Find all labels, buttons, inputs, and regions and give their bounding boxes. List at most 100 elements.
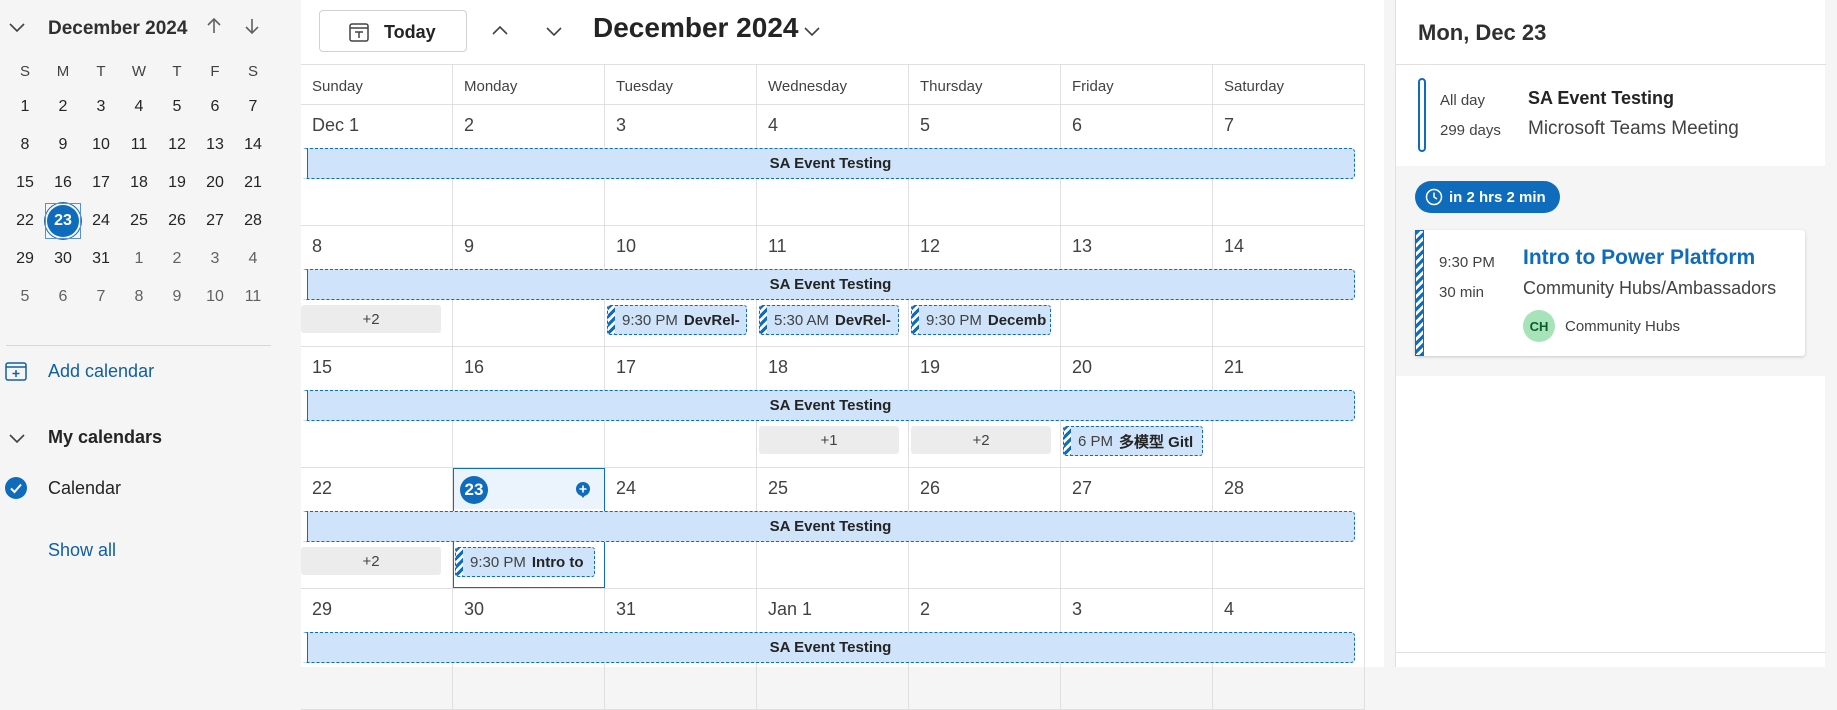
day-number: 25 <box>768 478 789 498</box>
mini-day[interactable]: 2 <box>44 88 82 126</box>
all-day-event-bar[interactable]: SA Event Testing <box>301 511 1355 542</box>
mini-weekday: S <box>247 62 258 80</box>
mini-day-next-month[interactable]: 5 <box>6 278 44 316</box>
mini-day[interactable]: 9 <box>44 126 82 164</box>
mini-day[interactable]: 8 <box>6 126 44 164</box>
event-chip[interactable]: 9:30 PM Intro to <box>455 547 595 577</box>
mini-calendar-week: 15 16 17 18 19 20 21 <box>6 164 272 202</box>
more-events-button[interactable]: +1 <box>759 426 899 454</box>
calendar-toolbar: Today December 2024 <box>301 0 1384 64</box>
today-button[interactable]: Today <box>319 10 467 52</box>
day-number: 30 <box>464 599 485 619</box>
mini-day-next-month[interactable]: 4 <box>234 240 272 278</box>
more-events-button[interactable]: +2 <box>911 426 1051 454</box>
mini-day[interactable]: 13 <box>196 126 234 164</box>
next-month-icon[interactable] <box>541 18 567 44</box>
mini-day-next-month[interactable]: 2 <box>158 240 196 278</box>
arrow-up-icon[interactable] <box>202 14 226 38</box>
weekday-header: Monday <box>453 65 605 105</box>
mini-day-next-month[interactable]: 9 <box>158 278 196 316</box>
day-number: Dec 1 <box>312 115 360 135</box>
mini-day[interactable]: 5 <box>158 88 196 126</box>
show-all-link[interactable]: Show all <box>48 540 116 561</box>
tentative-stripe <box>456 548 463 576</box>
mini-day-next-month[interactable]: 11 <box>234 278 272 316</box>
calendar-today-icon <box>349 23 369 42</box>
mini-day[interactable]: 17 <box>82 164 120 202</box>
event-chip[interactable]: 9:30 PM Decemb <box>911 305 1051 335</box>
mini-weekday: W <box>131 62 147 80</box>
mini-day[interactable]: 19 <box>158 164 196 202</box>
month-view: Today December 2024 Sunday Monday Tuesda… <box>301 0 1384 710</box>
mini-day[interactable]: 27 <box>196 202 234 240</box>
event-chip[interactable]: 5:30 AM DevRel- <box>759 305 899 335</box>
all-day-event-bar[interactable]: SA Event Testing <box>301 148 1355 179</box>
month-title[interactable]: December 2024 <box>593 12 798 44</box>
add-calendar-button[interactable]: Add calendar <box>0 356 270 386</box>
upcoming-event-card[interactable]: 9:30 PM 30 min Intro to Power Platform C… <box>1415 230 1805 356</box>
mini-day-next-month[interactable]: 8 <box>120 278 158 316</box>
more-events-button[interactable]: +2 <box>301 547 441 575</box>
upcoming-section: in 2 hrs 2 min 9:30 PM 30 min Intro to P… <box>1396 166 1826 376</box>
all-day-event-bar[interactable]: SA Event Testing <box>301 390 1355 421</box>
chevron-down-icon[interactable] <box>799 18 825 44</box>
mini-day[interactable]: 29 <box>6 240 44 278</box>
mini-day-next-month[interactable]: 7 <box>82 278 120 316</box>
all-day-event-bar[interactable]: SA Event Testing <box>301 269 1355 300</box>
mini-day[interactable]: 28 <box>234 202 272 240</box>
mini-calendar-week: 1 2 3 4 5 6 7 <box>6 88 272 126</box>
mini-day[interactable]: 24 <box>82 202 120 240</box>
mini-day[interactable]: 20 <box>196 164 234 202</box>
day-number: 6 <box>1072 115 1083 135</box>
mini-day[interactable]: 4 <box>120 88 158 126</box>
chevron-down-icon[interactable] <box>6 16 28 38</box>
mini-weekday: F <box>210 62 220 80</box>
agenda-bottom-divider <box>1396 652 1826 653</box>
mini-day[interactable]: 6 <box>196 88 234 126</box>
previous-month-icon[interactable] <box>487 18 513 44</box>
add-event-icon[interactable] <box>574 481 592 499</box>
mini-day[interactable]: 12 <box>158 126 196 164</box>
mini-calendar-month-title[interactable]: December 2024 <box>48 18 187 40</box>
all-day-event-bar[interactable]: SA Event Testing <box>301 632 1355 663</box>
mini-day-next-month[interactable]: 10 <box>196 278 234 316</box>
mini-day[interactable]: 22 <box>6 202 44 240</box>
mini-day[interactable]: 31 <box>82 240 120 278</box>
event-chip[interactable]: 6 PM 多模型 Gitl <box>1063 426 1203 456</box>
mini-day-next-month[interactable]: 1 <box>120 240 158 278</box>
day-number: 28 <box>1224 478 1245 498</box>
mini-day[interactable]: 7 <box>234 88 272 126</box>
mini-day[interactable]: 16 <box>44 164 82 202</box>
event-chip[interactable]: 9:30 PM DevRel- <box>607 305 747 335</box>
countdown-badge: in 2 hrs 2 min <box>1415 181 1560 213</box>
event-time: 5:30 AM <box>774 311 830 329</box>
week-row: 8 9 10 11 12 13 14 SA Event Testing +2 9… <box>301 226 1365 347</box>
mini-day-today[interactable]: 23 <box>44 202 82 240</box>
event-name: Decemb <box>987 311 1047 329</box>
more-events-button[interactable]: +2 <box>301 305 441 333</box>
mini-day[interactable]: 3 <box>82 88 120 126</box>
day-number: Jan 1 <box>768 599 813 619</box>
mini-day[interactable]: 1 <box>6 88 44 126</box>
event-name: DevRel- <box>835 311 891 329</box>
clock-icon <box>1425 188 1443 206</box>
arrow-down-icon[interactable] <box>240 14 264 38</box>
calendar-checkbox-item[interactable]: Calendar <box>0 473 270 503</box>
mini-day[interactable]: 11 <box>120 126 158 164</box>
mini-day[interactable]: 25 <box>120 202 158 240</box>
mini-day[interactable]: 18 <box>120 164 158 202</box>
event-title-link[interactable]: Intro to Power Platform <box>1523 246 1755 270</box>
mini-day[interactable]: 14 <box>234 126 272 164</box>
add-calendar-label: Add calendar <box>48 361 155 381</box>
tentative-stripe <box>912 306 919 334</box>
mini-day[interactable]: 10 <box>82 126 120 164</box>
mini-calendar-weekday-row: S M T W T F S <box>6 54 272 88</box>
mini-day-next-month[interactable]: 3 <box>196 240 234 278</box>
mini-day[interactable]: 26 <box>158 202 196 240</box>
agenda-all-day-event[interactable]: All day 299 days SA Event Testing Micros… <box>1418 78 1808 154</box>
mini-day[interactable]: 21 <box>234 164 272 202</box>
my-calendars-toggle[interactable]: My calendars <box>0 423 270 453</box>
mini-day[interactable]: 30 <box>44 240 82 278</box>
mini-day-next-month[interactable]: 6 <box>44 278 82 316</box>
mini-day[interactable]: 15 <box>6 164 44 202</box>
